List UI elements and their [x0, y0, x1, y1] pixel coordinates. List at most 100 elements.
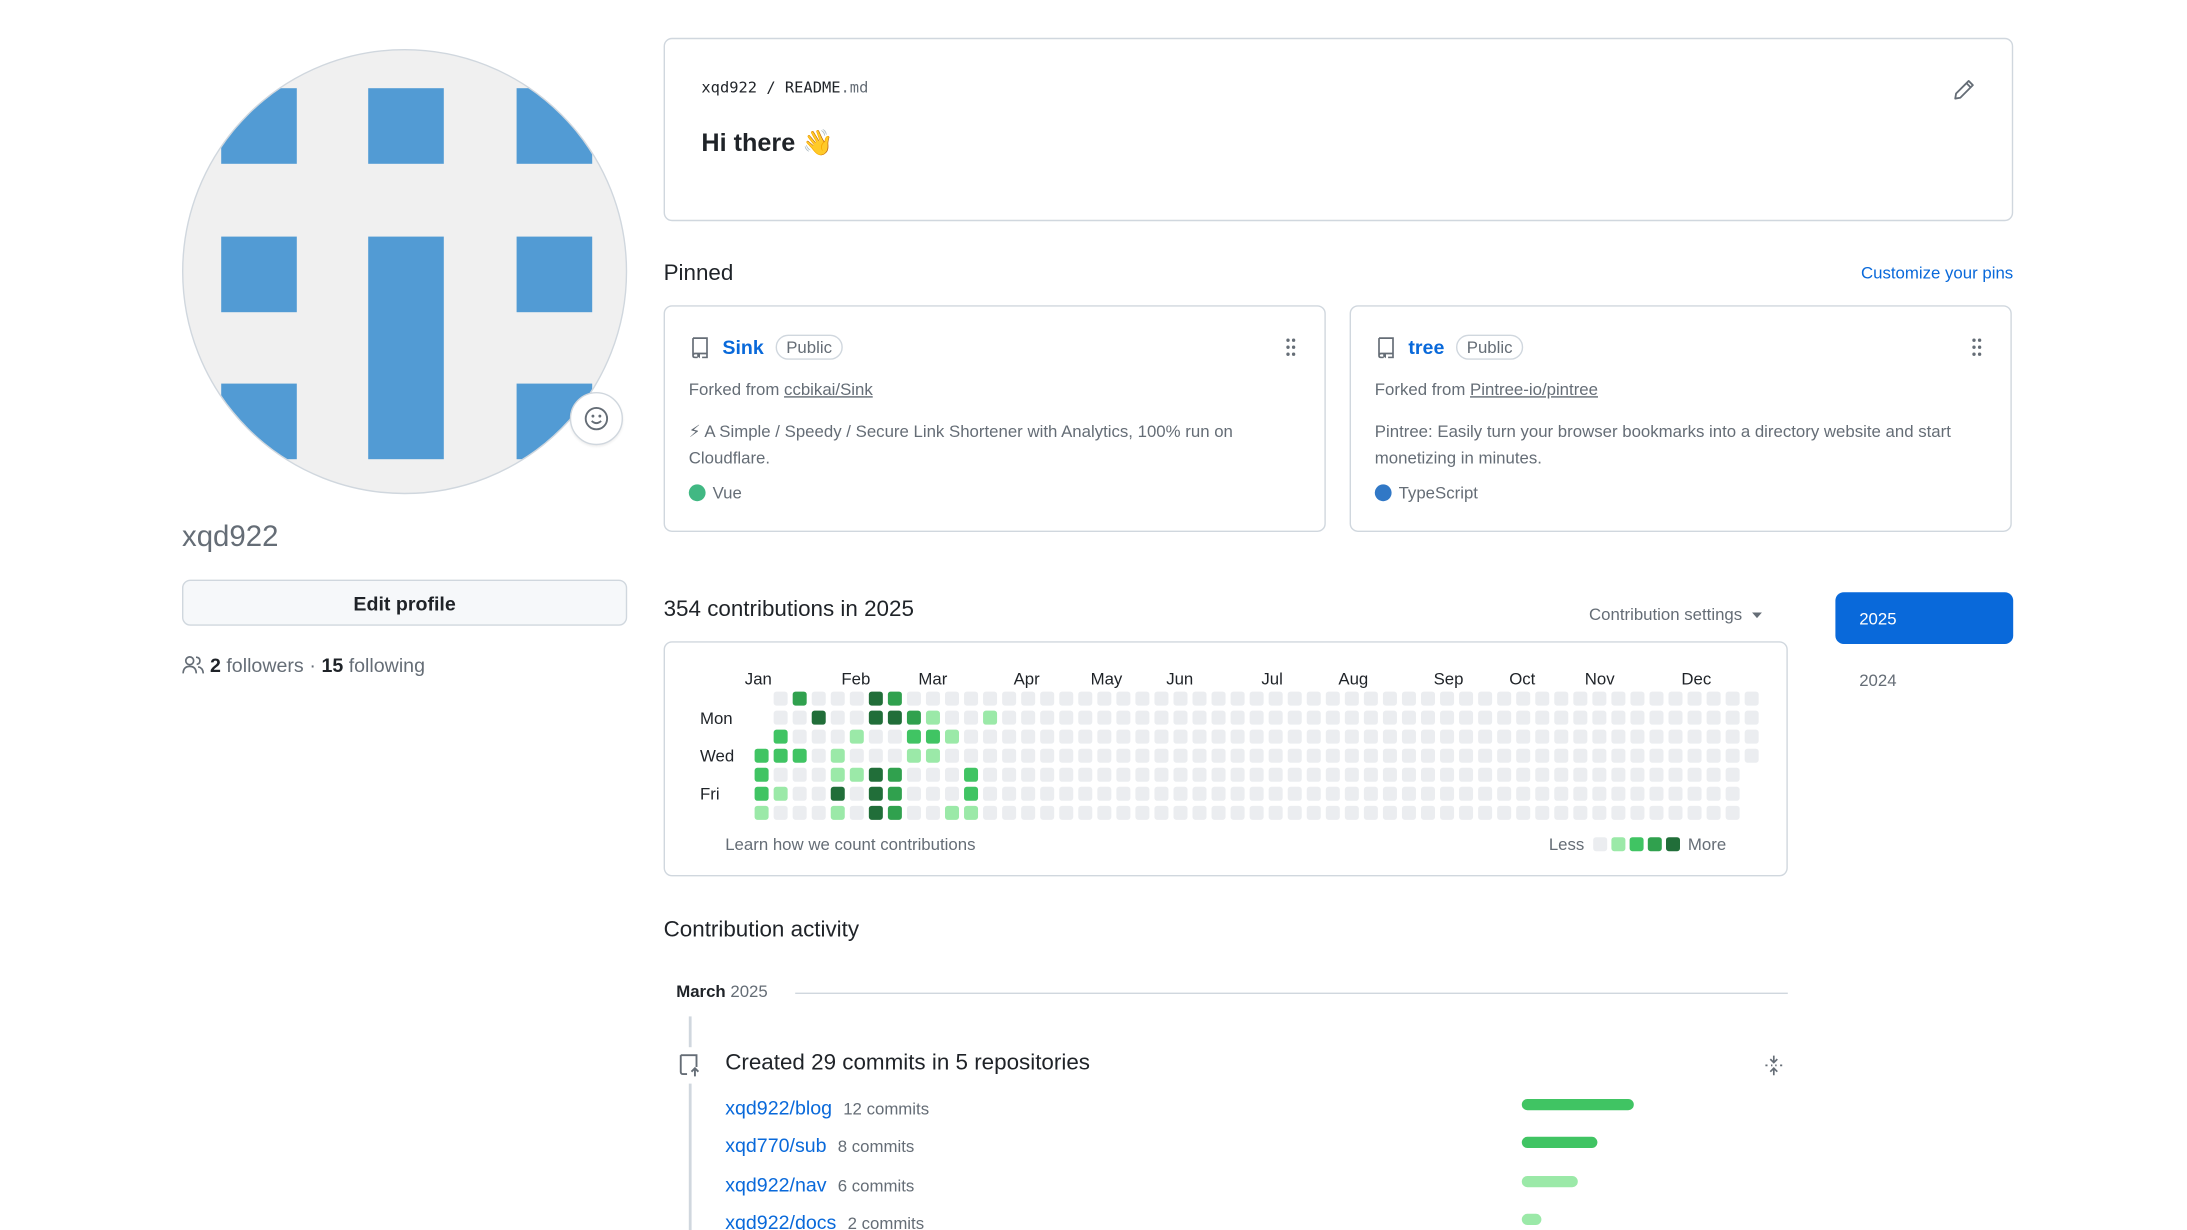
contribution-day[interactable] — [830, 729, 845, 744]
contribution-day[interactable] — [1535, 748, 1550, 763]
contribution-day[interactable] — [1459, 691, 1474, 706]
contribution-day[interactable] — [1192, 691, 1207, 706]
contribution-day[interactable] — [1363, 729, 1378, 744]
contribution-day[interactable] — [1687, 805, 1702, 820]
year-2024-link[interactable]: 2024 — [1859, 671, 1896, 691]
contribution-day[interactable] — [1401, 748, 1416, 763]
contribution-day[interactable] — [1173, 767, 1188, 782]
contribution-day[interactable] — [792, 767, 807, 782]
contribution-day[interactable] — [1516, 710, 1531, 725]
contribution-day[interactable] — [1230, 786, 1245, 801]
contribution-day[interactable] — [887, 710, 902, 725]
contribution-day[interactable] — [1344, 710, 1359, 725]
contribution-day[interactable] — [1268, 691, 1283, 706]
contribution-day[interactable] — [830, 691, 845, 706]
contribution-day[interactable] — [1078, 691, 1093, 706]
contribution-day[interactable] — [1002, 805, 1017, 820]
contribution-day[interactable] — [1401, 767, 1416, 782]
contribution-day[interactable] — [1497, 805, 1512, 820]
year-2025-button[interactable]: 2025 — [1835, 592, 2014, 644]
contribution-day[interactable] — [1021, 767, 1036, 782]
contribution-day[interactable] — [1002, 786, 1017, 801]
contribution-day[interactable] — [1592, 767, 1607, 782]
contribution-day[interactable] — [773, 710, 788, 725]
contribution-day[interactable] — [1325, 767, 1340, 782]
learn-contributions-link[interactable]: Learn how we count contributions — [725, 834, 975, 854]
contribution-day[interactable] — [1192, 767, 1207, 782]
contribution-day[interactable] — [1725, 691, 1740, 706]
contribution-day[interactable] — [887, 805, 902, 820]
contribution-day[interactable] — [1135, 786, 1150, 801]
contribution-day[interactable] — [1325, 710, 1340, 725]
contribution-day[interactable] — [1059, 710, 1074, 725]
contribution-day[interactable] — [887, 748, 902, 763]
contribution-day[interactable] — [1516, 767, 1531, 782]
contribution-day[interactable] — [1040, 748, 1055, 763]
contribution-day[interactable] — [830, 767, 845, 782]
contribution-day[interactable] — [830, 748, 845, 763]
contribution-day[interactable] — [1021, 710, 1036, 725]
contribution-day[interactable] — [1744, 729, 1759, 744]
contribution-day[interactable] — [1668, 729, 1683, 744]
contribution-day[interactable] — [925, 710, 940, 725]
contribution-day[interactable] — [1421, 767, 1435, 782]
contribution-day[interactable] — [1040, 729, 1055, 744]
contribution-day[interactable] — [792, 748, 807, 763]
customize-pins-link[interactable]: Customize your pins — [1861, 263, 2013, 283]
contribution-day[interactable] — [925, 786, 940, 801]
contribution-day[interactable] — [1287, 691, 1302, 706]
contribution-day[interactable] — [1268, 767, 1283, 782]
contribution-day[interactable] — [1287, 767, 1302, 782]
contribution-day[interactable] — [868, 786, 883, 801]
contribution-day[interactable] — [1706, 748, 1721, 763]
contribution-day[interactable] — [1173, 786, 1188, 801]
contribution-day[interactable] — [1421, 729, 1435, 744]
contribution-day[interactable] — [1744, 710, 1759, 725]
forked-from-link[interactable]: ccbikai/Sink — [784, 379, 873, 399]
contribution-day[interactable] — [906, 805, 921, 820]
contribution-day[interactable] — [1135, 767, 1150, 782]
contribution-day[interactable] — [1630, 710, 1645, 725]
contribution-day[interactable] — [964, 691, 979, 706]
contribution-day[interactable] — [1154, 710, 1169, 725]
contribution-day[interactable] — [792, 691, 807, 706]
set-status-button[interactable] — [569, 392, 623, 446]
contribution-day[interactable] — [945, 748, 959, 763]
contribution-day[interactable] — [887, 786, 902, 801]
contribution-day[interactable] — [1668, 767, 1683, 782]
contribution-day[interactable] — [1135, 691, 1150, 706]
contribution-day[interactable] — [1459, 786, 1474, 801]
contribution-day[interactable] — [1687, 786, 1702, 801]
contribution-day[interactable] — [964, 767, 979, 782]
contribution-day[interactable] — [773, 691, 788, 706]
contribution-day[interactable] — [1211, 691, 1226, 706]
contribution-day[interactable] — [983, 786, 998, 801]
contribution-day[interactable] — [964, 729, 979, 744]
contribution-day[interactable] — [964, 748, 979, 763]
contribution-day[interactable] — [964, 786, 979, 801]
contribution-day[interactable] — [1459, 748, 1474, 763]
contribution-day[interactable] — [1363, 710, 1378, 725]
contribution-day[interactable] — [1173, 691, 1188, 706]
contribution-day[interactable] — [1382, 805, 1397, 820]
contribution-day[interactable] — [849, 767, 864, 782]
contribution-day[interactable] — [964, 710, 979, 725]
contribution-day[interactable] — [1116, 691, 1131, 706]
contribution-day[interactable] — [1040, 767, 1055, 782]
contribution-day[interactable] — [849, 805, 864, 820]
contribution-day[interactable] — [1421, 748, 1435, 763]
activity-repo-link[interactable]: xqd770/sub — [725, 1134, 826, 1156]
contribution-day[interactable] — [1478, 710, 1493, 725]
contribution-day[interactable] — [1497, 729, 1512, 744]
contribution-day[interactable] — [1725, 786, 1740, 801]
contribution-day[interactable] — [945, 805, 959, 820]
contribution-day[interactable] — [1573, 805, 1588, 820]
contribution-day[interactable] — [1706, 805, 1721, 820]
contribution-day[interactable] — [754, 786, 769, 801]
contribution-day[interactable] — [1592, 710, 1607, 725]
contribution-day[interactable] — [1211, 805, 1226, 820]
contribution-day[interactable] — [1325, 748, 1340, 763]
contribution-day[interactable] — [1116, 729, 1131, 744]
contribution-day[interactable] — [792, 729, 807, 744]
contribution-day[interactable] — [1078, 805, 1093, 820]
